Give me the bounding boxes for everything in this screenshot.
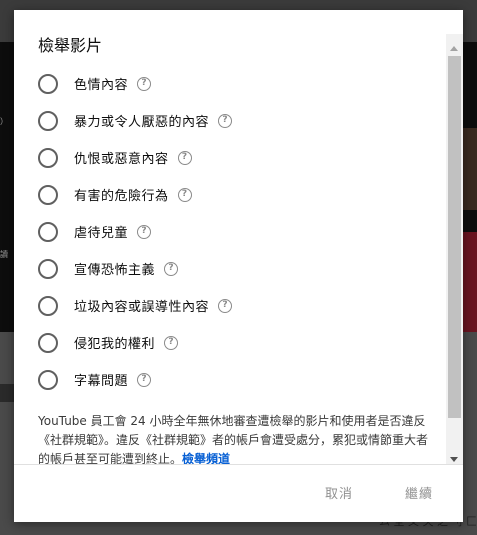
dialog-footer: 取消 繼續 [14, 464, 463, 522]
help-icon[interactable]: ? [177, 187, 192, 202]
report-option-infringes-rights[interactable]: 侵犯我的權利 ? [38, 324, 232, 361]
backdrop-like-icon [0, 384, 14, 402]
report-option-sexual-content[interactable]: 色情內容 ? [38, 65, 232, 102]
radio-button[interactable] [38, 258, 58, 279]
report-option-harmful-acts[interactable]: 有害的危險行為 ? [38, 176, 232, 213]
continue-button[interactable]: 繼續 [405, 483, 433, 502]
backdrop-left-text-2: 讀 [0, 250, 8, 259]
backdrop-left-column: ） 讀 [0, 42, 14, 332]
scroll-down-arrow-icon[interactable] [450, 457, 458, 462]
report-option-child-abuse[interactable]: 虐待兒童 ? [38, 213, 232, 250]
dialog-content: 檢舉影片 色情內容 ? 暴力或令人厭惡的內容 ? 仇恨或惡意內容 ? 有害的危險… [14, 10, 446, 464]
help-icon[interactable]: ? [164, 335, 179, 350]
backdrop-thumbnail-1 [463, 128, 477, 210]
radio-button[interactable] [38, 184, 58, 205]
report-option-hateful-content[interactable]: 仇恨或惡意內容 ? [38, 139, 232, 176]
report-option-spam[interactable]: 垃圾內容或誤導性內容 ? [38, 287, 233, 324]
help-icon[interactable]: ? [137, 224, 152, 239]
policy-text: YouTube 員工會 24 小時全年無休地審查遭檢舉的影片和使用者是否違反《社… [38, 414, 429, 464]
report-option-terrorism[interactable]: 宣傳恐怖主義 ? [38, 250, 232, 287]
report-reason-list: 色情內容 ? 暴力或令人厭惡的內容 ? 仇恨或惡意內容 ? 有害的危險行為 ? … [38, 65, 233, 398]
help-icon[interactable]: ? [137, 372, 152, 387]
report-video-dialog: 檢舉影片 色情內容 ? 暴力或令人厭惡的內容 ? 仇恨或惡意內容 ? 有害的危險… [14, 10, 463, 522]
help-icon[interactable]: ? [137, 76, 152, 91]
scrollbar-thumb[interactable] [448, 56, 461, 418]
help-icon[interactable]: ? [177, 150, 192, 165]
option-label: 侵犯我的權利 [74, 337, 156, 352]
scroll-up-arrow-icon[interactable] [450, 46, 458, 51]
option-label: 字幕問題 [74, 374, 129, 389]
option-label: 有害的危險行為 [74, 189, 169, 204]
cancel-button[interactable]: 取消 [325, 483, 353, 502]
option-label: 虐待兒童 [74, 226, 129, 241]
report-option-violent-content[interactable]: 暴力或令人厭惡的內容 ? [38, 102, 233, 139]
policy-notice: YouTube 員工會 24 小時全年無休地審查遭檢舉的影片和使用者是否違反《社… [38, 412, 438, 464]
dialog-title: 檢舉影片 [38, 36, 103, 55]
radio-button[interactable] [38, 147, 58, 168]
help-icon[interactable]: ? [164, 261, 179, 276]
backdrop-thumbnail-2 [463, 232, 477, 332]
help-icon[interactable]: ? [218, 298, 233, 313]
radio-button[interactable] [38, 332, 58, 353]
option-label: 仇恨或惡意內容 [74, 152, 169, 167]
report-option-captions-issue[interactable]: 字幕問題 ? [38, 361, 232, 398]
dialog-scrollbar[interactable] [446, 34, 463, 464]
option-label: 色情內容 [74, 78, 129, 93]
radio-button[interactable] [38, 73, 58, 94]
backdrop-left-text-1: ） [0, 117, 8, 126]
radio-button[interactable] [38, 369, 58, 390]
option-label: 垃圾內容或誤導性內容 [74, 300, 210, 315]
report-channel-link[interactable]: 檢舉頻道 [182, 452, 230, 464]
option-label: 暴力或令人厭惡的內容 [74, 115, 210, 130]
radio-button[interactable] [38, 110, 58, 131]
radio-button[interactable] [38, 221, 58, 242]
backdrop-right-column [463, 42, 477, 332]
help-icon[interactable]: ? [218, 113, 233, 128]
radio-button[interactable] [38, 295, 58, 316]
option-label: 宣傳恐怖主義 [74, 263, 156, 278]
